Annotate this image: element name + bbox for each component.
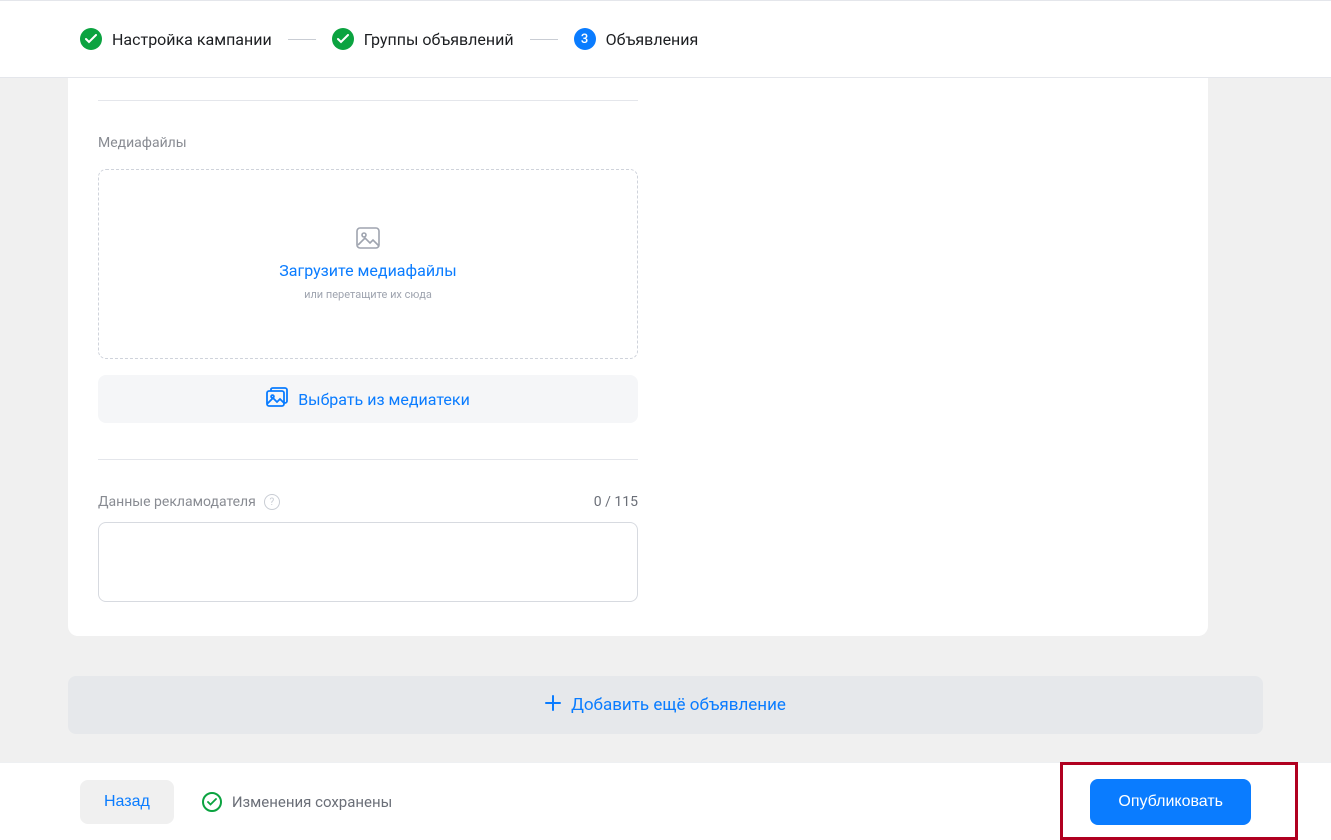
check-icon bbox=[332, 28, 354, 50]
step-campaign[interactable]: Настройка кампании bbox=[80, 28, 272, 50]
back-button[interactable]: Назад bbox=[80, 780, 174, 824]
check-circle-icon bbox=[202, 792, 222, 812]
gallery-icon bbox=[266, 387, 288, 411]
step-adgroups[interactable]: Группы объявлений bbox=[332, 28, 514, 50]
footer-bar: Назад Изменения сохранены Опубликовать bbox=[0, 762, 1331, 840]
advertiser-label: Данные рекламодателя ? bbox=[98, 494, 280, 510]
media-dropzone[interactable]: Загрузите медиафайлы или перетащите их с… bbox=[98, 169, 638, 359]
stepper-header: Настройка кампании Группы объявлений 3 О… bbox=[0, 0, 1331, 78]
add-ad-button[interactable]: Добавить ещё объявление bbox=[68, 676, 1263, 734]
step-label: Настройка кампании bbox=[112, 30, 272, 49]
step-number-icon: 3 bbox=[574, 28, 596, 50]
step-separator bbox=[530, 39, 558, 40]
media-section-label: Медиафайлы bbox=[98, 135, 638, 151]
char-counter: 0 / 115 bbox=[594, 494, 638, 510]
step-label: Группы объявлений bbox=[364, 30, 514, 49]
dropzone-title: Загрузите медиафайлы bbox=[279, 261, 456, 280]
preview-panel bbox=[668, 78, 1208, 636]
content-area: Медиафайлы Загрузите медиафайлы или пере… bbox=[0, 78, 1331, 762]
image-icon bbox=[356, 227, 380, 253]
check-icon bbox=[80, 28, 102, 50]
media-library-label: Выбрать из медиатеки bbox=[298, 390, 470, 409]
step-ads[interactable]: 3 Объявления bbox=[574, 28, 699, 50]
media-library-button[interactable]: Выбрать из медиатеки bbox=[98, 375, 638, 423]
step-label: Объявления bbox=[606, 30, 699, 49]
plus-icon bbox=[545, 695, 561, 716]
add-ad-label: Добавить ещё объявление bbox=[571, 695, 786, 715]
divider bbox=[98, 100, 638, 101]
dropzone-subtitle: или перетащите их сюда bbox=[304, 288, 432, 301]
save-status: Изменения сохранены bbox=[202, 792, 392, 812]
form-panel: Медиафайлы Загрузите медиафайлы или пере… bbox=[68, 78, 668, 636]
advertiser-label-text: Данные рекламодателя bbox=[98, 494, 256, 510]
help-icon[interactable]: ? bbox=[264, 494, 280, 510]
advertiser-textarea[interactable] bbox=[98, 522, 638, 602]
publish-button[interactable]: Опубликовать bbox=[1090, 779, 1251, 825]
step-separator bbox=[288, 39, 316, 40]
save-status-text: Изменения сохранены bbox=[232, 793, 392, 811]
stepper: Настройка кампании Группы объявлений 3 О… bbox=[80, 28, 698, 50]
divider bbox=[98, 459, 638, 460]
